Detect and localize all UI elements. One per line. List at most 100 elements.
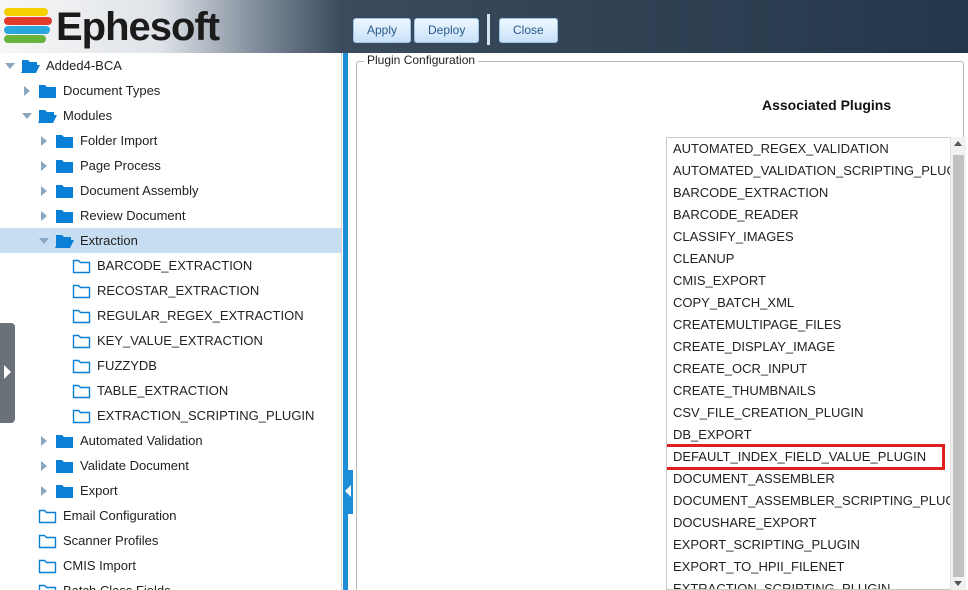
tree-item[interactable]: Page Process [0,153,341,178]
folder-icon [55,482,74,498]
plugin-list-item[interactable]: EXPORT_SCRIPTING_PLUGIN [673,534,953,556]
tree-item[interactable]: Automated Validation [0,428,341,453]
collapsed-caret-icon[interactable] [38,453,50,478]
tree-item-label: EXTRACTION_SCRIPTING_PLUGIN [97,408,315,423]
plugin-list-item[interactable]: CREATE_OCR_INPUT [673,358,953,380]
folder-outline-icon [38,507,57,524]
plugin-list-item[interactable]: CLASSIFY_IMAGES [673,226,953,248]
tree-item[interactable]: REGULAR_REGEX_EXTRACTION [0,303,341,328]
collapsed-caret-icon[interactable] [38,478,50,503]
collapsed-caret-icon[interactable] [38,128,50,153]
tree-item-label: REGULAR_REGEX_EXTRACTION [97,308,304,323]
logo-mark-icon [4,8,54,48]
plugin-list-item[interactable]: AUTOMATED_REGEX_VALIDATION [673,138,953,160]
tree-item[interactable]: Export [0,478,341,503]
folder-outline-icon [72,282,91,299]
folder-icon [55,432,74,448]
tree-item-label: Export [80,483,118,498]
plugin-list-item[interactable]: EXPORT_TO_HPII_FILENET [673,556,953,578]
tree-item[interactable]: Validate Document [0,453,341,478]
logo-text: Ephesoft [56,5,220,49]
app-header: Ephesoft Apply Deploy Close [0,0,968,53]
tree-item-label: Modules [63,108,113,123]
expand-side-panel-tab[interactable] [0,323,15,423]
plugin-list-item[interactable]: CREATE_THUMBNAILS [673,380,953,402]
tree-item-label: Validate Document [80,458,189,473]
tree-item[interactable]: Scanner Profiles [0,528,341,553]
tree-item[interactable]: Document Assembly [0,178,341,203]
folder-outline-icon [72,257,91,274]
folder-open-icon [21,57,40,73]
folder-outline-icon [38,557,57,574]
collapsed-caret-icon[interactable] [38,178,50,203]
tree-item[interactable]: RECOSTAR_EXTRACTION [0,278,341,303]
tree-item-label: FUZZYDB [97,358,157,373]
plugin-list-item[interactable]: CLEANUP [673,248,953,270]
plugin-list-item[interactable]: DOCUMENT_ASSEMBLER [673,468,953,490]
scroll-down-icon[interactable] [954,581,962,586]
plugin-list-item[interactable]: DB_EXPORT [673,424,953,446]
tree-item[interactable]: Modules [0,103,341,128]
tree-item[interactable]: CMIS Import [0,553,341,578]
tree-item-label: Email Configuration [63,508,177,523]
highlighted-plugin-item[interactable]: DEFAULT_INDEX_FIELD_VALUE_PLUGIN [667,444,945,470]
plugin-list-item[interactable]: CMIS_EXPORT [673,270,953,292]
plugin-list-item[interactable]: DOCUMENT_ASSEMBLER_SCRIPTING_PLUGIN [673,490,953,512]
tree-item-label: BARCODE_EXTRACTION [97,258,253,273]
associated-plugins-title: Associated Plugins [762,97,892,113]
plugin-list-item[interactable]: COPY_BATCH_XML [673,292,953,314]
tree-item[interactable]: FUZZYDB [0,353,341,378]
collapsed-caret-icon[interactable] [38,428,50,453]
tree-item[interactable]: Folder Import [0,128,341,153]
tree-item-label: RECOSTAR_EXTRACTION [97,283,260,298]
tree-item[interactable]: BARCODE_EXTRACTION [0,253,341,278]
tree-item[interactable]: Added4-BCA [0,53,341,78]
tree-item[interactable]: Review Document [0,203,341,228]
plugin-list-item[interactable]: BARCODE_READER [673,204,953,226]
close-button[interactable]: Close [499,18,558,43]
folder-outline-icon [72,357,91,374]
collapsed-caret-icon[interactable] [38,203,50,228]
plugin-list-item[interactable]: CREATE_DISPLAY_IMAGE [673,336,953,358]
plugin-configuration-legend: Plugin Configuration [364,53,479,67]
folder-open-icon [38,107,57,123]
plugin-list-item[interactable]: AUTOMATED_VALIDATION_SCRIPTING_PLUGIN [673,160,953,182]
collapsed-caret-icon[interactable] [21,78,33,103]
tree-item[interactable]: TABLE_EXTRACTION [0,378,341,403]
folder-icon [38,82,57,98]
collapse-tree-handle[interactable] [343,470,353,514]
folder-outline-icon [72,332,91,349]
scroll-up-icon[interactable] [954,141,962,146]
tree-item-label: Added4-BCA [46,58,122,73]
plugin-list-item[interactable]: BARCODE_EXTRACTION [673,182,953,204]
apply-button[interactable]: Apply [353,18,412,43]
chevron-right-icon [4,365,11,379]
plugin-list-item[interactable]: CREATEMULTIPAGE_FILES [673,314,953,336]
plugin-list-item[interactable]: CSV_FILE_CREATION_PLUGIN [673,402,953,424]
expanded-caret-icon[interactable] [21,103,33,128]
tree-item[interactable]: EXTRACTION_SCRIPTING_PLUGIN [0,403,341,428]
tree-item[interactable]: KEY_VALUE_EXTRACTION [0,328,341,353]
collapsed-caret-icon[interactable] [38,153,50,178]
folder-icon [55,182,74,198]
plugin-list-item[interactable]: EXTRACTION_SCRIPTING_PLUGIN [673,578,953,589]
tree-item[interactable]: Extraction [0,228,341,253]
expanded-caret-icon[interactable] [4,53,16,78]
tree-item-label: Extraction [80,233,138,248]
folder-outline-icon [38,532,57,549]
tree-item[interactable]: Document Types [0,78,341,103]
tree-item[interactable]: Batch Class Fields [0,578,341,590]
folder-outline-icon [38,582,57,590]
deploy-button[interactable]: Deploy [414,18,480,43]
panel-splitter[interactable] [343,53,354,590]
toolbar-divider [487,14,490,45]
plugin-list-item[interactable]: DOCUSHARE_EXPORT [673,512,953,534]
chevron-left-icon [345,485,351,497]
plugins-scrollbar-thumb[interactable] [953,155,964,577]
folder-open-icon [55,232,74,248]
batch-class-tree: Added4-BCA Document Types Modules Folder Im… [0,53,342,590]
expanded-caret-icon[interactable] [38,228,50,253]
associated-plugins-list[interactable]: AUTOMATED_REGEX_VALIDATION AUTOMATED_VALI… [666,137,966,590]
tree-item[interactable]: Email Configuration [0,503,341,528]
ephesoft-logo: Ephesoft [4,5,220,49]
